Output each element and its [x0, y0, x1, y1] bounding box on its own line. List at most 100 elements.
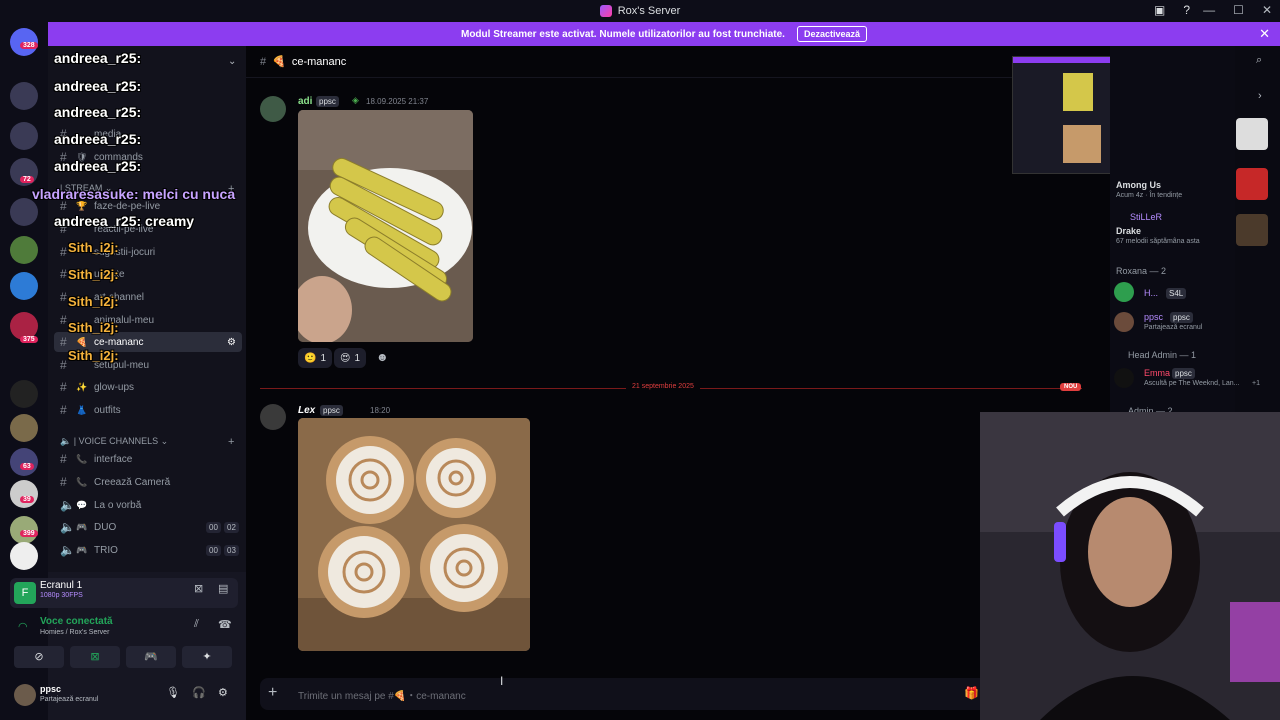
- gamepad-icon: 🎮: [76, 521, 88, 532]
- avatar[interactable]: [1114, 282, 1134, 302]
- server-tag: S4L: [1166, 288, 1187, 299]
- minimize-button[interactable]: —: [1203, 3, 1215, 17]
- disable-streamer-button[interactable]: Dezactivează: [796, 26, 867, 42]
- avatar[interactable]: [1114, 312, 1134, 332]
- food-image-crepes[interactable]: [298, 110, 473, 342]
- share-screen-button[interactable]: ⊠: [70, 646, 120, 668]
- channel-creeaza-camera[interactable]: # 📞 Creează Cameră: [60, 472, 240, 492]
- channel-header: # 🍕 ce-mananc: [246, 46, 1110, 78]
- chat-line: andreea_r25:: [54, 78, 142, 94]
- server-tag: ppsc: [1170, 312, 1193, 323]
- member-list: ⌕ Among Us Acum 4z · În tendințe StiLLeR…: [1110, 46, 1262, 416]
- message-author[interactable]: Lex: [298, 405, 315, 416]
- server-tag: ppsc: [316, 96, 339, 107]
- microphone-icon[interactable]: 🎙: [166, 686, 180, 699]
- chat-line: Sith_i2j:: [68, 294, 119, 309]
- avatar[interactable]: [1114, 368, 1134, 388]
- member-name[interactable]: H...: [1144, 288, 1158, 298]
- chat-line: Sith_i2j:: [68, 320, 119, 335]
- activity-title[interactable]: Among Us: [1116, 180, 1161, 190]
- user-limit: 02: [224, 522, 239, 533]
- avatar[interactable]: [14, 684, 36, 706]
- close-window-button[interactable]: ✕: [1262, 3, 1272, 17]
- soundboard-button[interactable]: ✦: [182, 646, 232, 668]
- server-icon[interactable]: [10, 542, 38, 570]
- server-icon[interactable]: [10, 122, 38, 150]
- settings-icon[interactable]: ⚙: [227, 337, 236, 348]
- food-image-cinnamon-rolls[interactable]: [298, 418, 530, 651]
- avatar[interactable]: [260, 96, 286, 122]
- streamer-mode-banner: Modul Streamer este activat. Numele util…: [48, 22, 1280, 46]
- activity-thumbnail[interactable]: [1236, 118, 1268, 150]
- voice-location[interactable]: Homies / Rox's Server: [40, 629, 109, 636]
- message-input[interactable]: + Trimite un mesaj pe #🍕・ce-mananc: [260, 678, 996, 710]
- chevron-right-icon[interactable]: ›: [1258, 90, 1262, 102]
- inbox-icon[interactable]: ▣: [1154, 3, 1165, 17]
- channel-glow-ups[interactable]: # ✨ glow-ups: [60, 377, 240, 397]
- noise-suppression-icon[interactable]: ⫽: [194, 618, 199, 631]
- message-author[interactable]: adi: [298, 96, 312, 107]
- server-icon[interactable]: [10, 236, 38, 264]
- voice-channel-la-o-vorba[interactable]: 🔈 💬 La o vorbă: [60, 495, 240, 515]
- badge: 399: [20, 530, 38, 537]
- attach-plus-icon[interactable]: +: [268, 684, 277, 702]
- new-badge: NOU: [1060, 383, 1082, 391]
- maximize-button[interactable]: ☐: [1233, 3, 1244, 17]
- server-icon[interactable]: [10, 82, 38, 110]
- phone-icon: 📞: [76, 453, 88, 464]
- channel-sidebar: ⌄ # media # 🛡 commands | STREAM ⌄ + # 🏆 faze-d…: [48, 46, 246, 572]
- server-icon[interactable]: [10, 198, 38, 226]
- channel-outfits[interactable]: # 👗 outfits: [60, 400, 240, 420]
- badge: 328: [20, 42, 38, 49]
- user-status: Partajează ecranul: [40, 696, 99, 703]
- gift-icon[interactable]: 🎁: [964, 686, 979, 700]
- username: ppsc: [40, 684, 62, 694]
- drake-thumbnail[interactable]: [1236, 214, 1268, 246]
- category-voice[interactable]: 🔈 | VOICE CHANNELS ⌄ +: [60, 436, 234, 448]
- channel-interface[interactable]: # 📞 interface: [60, 449, 240, 469]
- gamepad-icon: 🎮: [76, 544, 88, 555]
- member-group: Head Admin — 1: [1128, 350, 1197, 360]
- server-icon[interactable]: [10, 380, 38, 408]
- camera-button[interactable]: ⊘: [14, 646, 64, 668]
- stop-share-icon[interactable]: ⊠: [194, 582, 203, 595]
- chat-line: Sith_i2j:: [68, 240, 119, 255]
- avatar[interactable]: [260, 404, 286, 430]
- headphones-icon[interactable]: 🎧: [192, 686, 206, 699]
- activity-title[interactable]: Drake: [1116, 226, 1141, 236]
- gear-icon[interactable]: ⚙: [218, 686, 228, 699]
- server-icon[interactable]: [10, 272, 38, 300]
- chevron-down-icon[interactable]: ⌄: [228, 56, 236, 67]
- reaction-chip[interactable]: 🙂 1: [298, 348, 333, 368]
- voice-status: Voce conectată: [40, 616, 113, 627]
- user-count: 00: [206, 522, 221, 533]
- help-icon[interactable]: ?: [1183, 3, 1190, 17]
- reaction-chip[interactable]: 😍 1: [334, 348, 366, 368]
- screen-title: Ecranul 1: [40, 580, 83, 591]
- text-cursor-icon: I: [500, 674, 504, 688]
- search-icon[interactable]: ⌕: [1256, 54, 1262, 67]
- disconnect-icon[interactable]: ☎: [218, 618, 232, 631]
- server-tag: ppsc: [320, 405, 343, 416]
- member-name[interactable]: Emma: [1144, 368, 1170, 378]
- member-group: Roxana — 2: [1116, 266, 1167, 276]
- activity-sub: Acum 4z · În tendințe: [1116, 192, 1183, 199]
- message-timestamp: 18:20: [370, 406, 391, 415]
- clip-icon[interactable]: ▤: [218, 582, 228, 595]
- member-extra: +1: [1252, 380, 1260, 387]
- badge: 63: [20, 463, 34, 470]
- streamer-webcam: [980, 412, 1280, 720]
- server-icon[interactable]: [10, 414, 38, 442]
- server-icon[interactable]: [10, 480, 38, 508]
- chat-bubble-icon: 💬: [76, 499, 88, 510]
- member-name[interactable]: ppsc: [1144, 312, 1163, 322]
- title-bar: Rox's Server ▣ ? — ☐ ✕: [0, 0, 1280, 22]
- activity-button[interactable]: 🎮: [126, 646, 176, 668]
- add-channel-icon[interactable]: +: [228, 436, 234, 448]
- among-us-thumbnail[interactable]: [1236, 168, 1268, 200]
- add-reaction-icon[interactable]: ☻: [376, 350, 389, 364]
- server-icon[interactable]: [10, 448, 38, 476]
- close-icon[interactable]: ✕: [1259, 26, 1270, 42]
- activity-user[interactable]: StiLLeR: [1130, 212, 1162, 222]
- screen-quality: 1080p 30FPS: [40, 592, 83, 599]
